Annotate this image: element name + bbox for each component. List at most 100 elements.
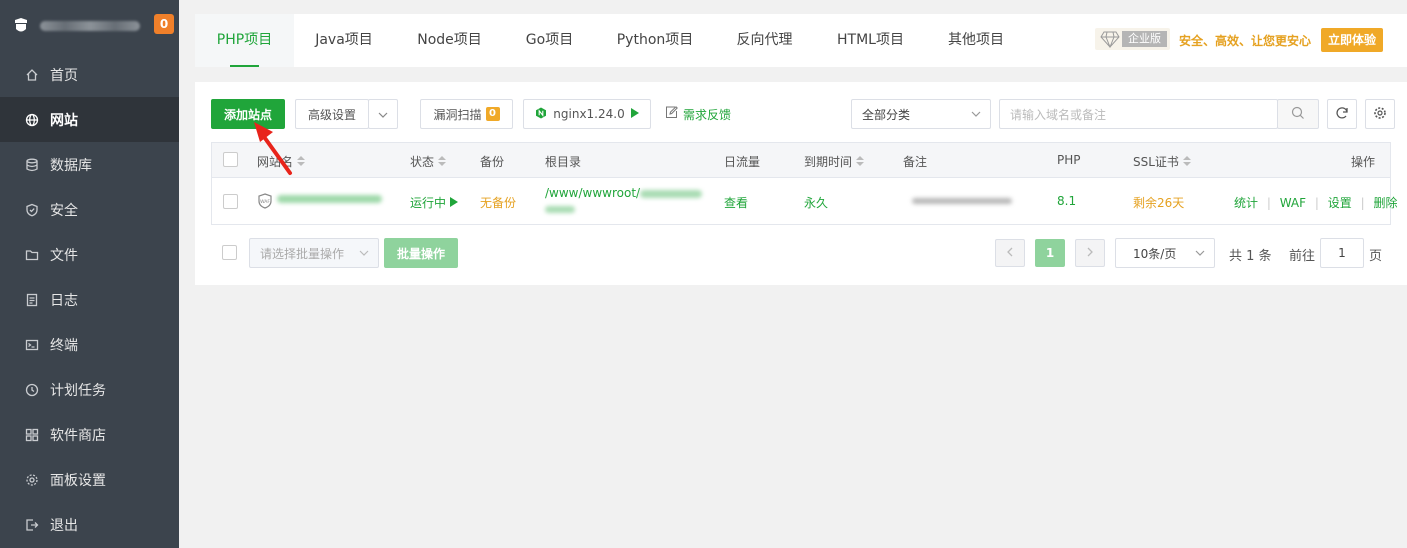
sidebar-item-label: 文件 xyxy=(50,247,78,264)
col-status[interactable]: 状态 xyxy=(410,153,447,170)
sidebar-item-website[interactable]: 网站 xyxy=(0,97,179,142)
sidebar-item-settings[interactable]: 面板设置 xyxy=(0,457,179,502)
col-ssl[interactable]: SSL证书 xyxy=(1133,153,1191,170)
page-1-button[interactable]: 1 xyxy=(1035,239,1065,267)
svg-text:WAF: WAF xyxy=(260,199,270,205)
sidebar-item-label: 退出 xyxy=(50,517,78,534)
search-input[interactable]: 请输入域名或备注 xyxy=(999,99,1278,129)
stats-link[interactable]: 统计 xyxy=(1234,196,1258,210)
tab-java[interactable]: Java项目 xyxy=(294,14,394,67)
advanced-settings-button[interactable]: 高级设置 xyxy=(295,99,369,129)
tab-other[interactable]: 其他项目 xyxy=(928,14,1024,67)
row-actions: 统计 | WAF | 设置 | 删除 xyxy=(1234,194,1397,211)
sidebar-nav: 首页 网站 数据库 安全 文件 日志 终端 计划任务 软件商店 面板设置 退出 xyxy=(0,52,179,547)
tab-python[interactable]: Python项目 xyxy=(594,14,716,67)
chevron-down-icon xyxy=(378,107,388,121)
sidebar-item-home[interactable]: 首页 xyxy=(0,52,179,97)
php-version-link[interactable]: 8.1 xyxy=(1057,194,1076,208)
waf-link[interactable]: WAF xyxy=(1280,196,1306,210)
root-dir-link[interactable]: /www/wwwroot/ xyxy=(545,186,703,200)
sidebar-item-logout[interactable]: 退出 xyxy=(0,502,179,547)
promo-slogan: 安全、高效、让您更安心 xyxy=(1179,34,1312,48)
sidebar-item-security[interactable]: 安全 xyxy=(0,187,179,232)
globe-icon xyxy=(25,113,39,127)
chevron-right-icon xyxy=(1086,246,1094,261)
footer-select-all-checkbox[interactable] xyxy=(222,245,237,260)
log-icon xyxy=(25,293,39,307)
sidebar-item-files[interactable]: 文件 xyxy=(0,232,179,277)
sidebar-item-label: 软件商店 xyxy=(50,427,106,444)
shield-icon xyxy=(25,203,39,217)
expire-value[interactable]: 永久 xyxy=(804,194,828,211)
project-tabs: PHP项目 Java项目 Node项目 Go项目 Python项目 反向代理 H… xyxy=(195,14,1407,67)
col-root: 根目录 xyxy=(545,155,582,169)
col-php: PHP xyxy=(1057,153,1081,167)
feedback-link[interactable]: 需求反馈 xyxy=(665,106,731,123)
chevron-left-icon xyxy=(1006,246,1014,261)
gear-icon xyxy=(25,473,39,487)
site-name-link[interactable] xyxy=(277,195,382,203)
sidebar-item-terminal[interactable]: 终端 xyxy=(0,322,179,367)
sidebar-item-label: 日志 xyxy=(50,292,78,309)
tab-go[interactable]: Go项目 xyxy=(505,14,594,67)
settings-link[interactable]: 设置 xyxy=(1328,196,1352,210)
page-size-select[interactable]: 10条/页 xyxy=(1115,238,1215,268)
prev-page-button[interactable] xyxy=(995,239,1025,267)
table-settings-button[interactable] xyxy=(1365,99,1395,129)
sort-icon xyxy=(438,155,447,170)
notification-badge[interactable]: 0 xyxy=(154,14,174,34)
database-icon xyxy=(25,158,39,172)
sidebar-item-label: 终端 xyxy=(50,337,78,354)
sidebar-item-store[interactable]: 软件商店 xyxy=(0,412,179,457)
tab-node[interactable]: Node项目 xyxy=(394,14,505,67)
tab-php[interactable]: PHP项目 xyxy=(195,14,294,67)
sidebar-item-label: 数据库 xyxy=(50,157,92,174)
category-select[interactable]: 全部分类 xyxy=(851,99,991,129)
sidebar-item-cron[interactable]: 计划任务 xyxy=(0,367,179,412)
site-table: 网站名 状态 备份 根目录 日流量 到期时间 备注 PHP SSL证书 操作 W… xyxy=(211,142,1397,225)
gear-icon xyxy=(1373,106,1387,123)
delete-link[interactable]: 删除 xyxy=(1373,196,1397,210)
search-button[interactable] xyxy=(1277,99,1319,129)
root-prefix: /www/wwwroot/ xyxy=(545,186,641,200)
note-value[interactable] xyxy=(912,198,1012,204)
sidebar-item-label: 首页 xyxy=(50,67,78,84)
batch-action-select[interactable]: 请选择批量操作 xyxy=(249,238,379,268)
logout-icon xyxy=(25,518,39,532)
status-toggle[interactable]: 运行中 xyxy=(410,194,458,211)
refresh-button[interactable] xyxy=(1327,99,1357,129)
next-page-button[interactable] xyxy=(1075,239,1105,267)
sidebar-header xyxy=(0,0,179,52)
category-value: 全部分类 xyxy=(862,107,911,122)
diamond-icon xyxy=(1100,30,1120,52)
advanced-settings-dropdown[interactable] xyxy=(368,99,398,129)
col-expire[interactable]: 到期时间 xyxy=(804,153,865,170)
batch-action-button[interactable]: 批量操作 xyxy=(384,238,458,268)
sort-icon xyxy=(856,155,865,170)
traffic-link[interactable]: 查看 xyxy=(724,194,748,211)
server-host xyxy=(40,21,140,31)
nginx-status-button[interactable]: nginx1.24.0 xyxy=(523,99,651,129)
tab-html[interactable]: HTML项目 xyxy=(813,14,928,67)
sidebar-item-label: 网站 xyxy=(50,112,78,129)
page-size-value: 10条/页 xyxy=(1133,246,1177,261)
table-row: WAF 运行中 无备份 /www/wwwroot/ 查看 永久 8.1 剩余26… xyxy=(212,178,1397,224)
total-count: 共 1 条 xyxy=(1229,249,1272,264)
enterprise-badge: 企业版 xyxy=(1095,28,1170,50)
annotation-arrow xyxy=(254,122,292,175)
sidebar-item-database[interactable]: 数据库 xyxy=(0,142,179,187)
ssl-status-link[interactable]: 剩余26天 xyxy=(1133,194,1184,211)
status-text: 运行中 xyxy=(410,196,447,210)
vuln-scan-button[interactable]: 漏洞扫描 0 xyxy=(420,99,513,129)
sidebar-item-logs[interactable]: 日志 xyxy=(0,277,179,322)
goto-page-input[interactable]: 1 xyxy=(1320,238,1364,268)
batch-placeholder: 请选择批量操作 xyxy=(260,246,345,261)
tab-reverse-proxy[interactable]: 反向代理 xyxy=(716,14,813,67)
col-backup: 备份 xyxy=(480,155,505,169)
select-all-checkbox[interactable] xyxy=(223,152,238,167)
row-checkbox[interactable] xyxy=(223,194,238,209)
backup-link[interactable]: 无备份 xyxy=(480,194,516,211)
play-icon xyxy=(630,107,639,121)
chevron-down-icon xyxy=(1194,247,1206,262)
try-now-button[interactable]: 立即体验 xyxy=(1321,28,1383,52)
